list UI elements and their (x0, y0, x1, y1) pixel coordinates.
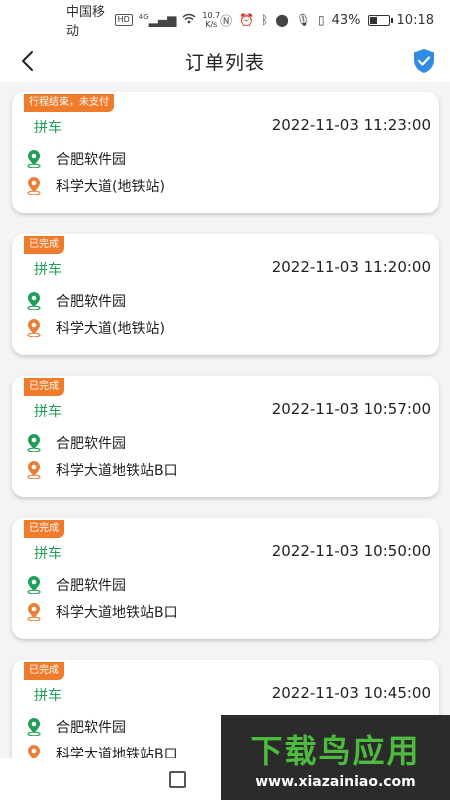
order-type-label: 拼车 (34, 546, 62, 562)
start-location-row: 合肥软件园 (26, 433, 126, 453)
end-location-icon (26, 745, 42, 758)
watermark-main: 下载鸟应用 (250, 731, 421, 770)
order-list: 行程结束，未支付 拼车 2022-11-03 11:23:00 合肥软件园 科学大道(地… (0, 90, 450, 758)
end-location-row: 科学大道(地铁站) (26, 318, 165, 338)
order-type-label: 拼车 (34, 120, 62, 136)
battery-icon (367, 14, 393, 26)
shield-check-icon (414, 49, 434, 73)
order-time: 2022-11-03 10:50:00 (271, 542, 431, 560)
start-location-row: 合肥软件园 (26, 149, 126, 169)
recents-button[interactable] (168, 770, 186, 788)
location-icon: ⬤ (275, 13, 289, 27)
start-location-text: 合肥软件园 (56, 436, 126, 452)
order-status-tag: 已完成 (24, 520, 64, 538)
start-location-text: 合肥软件园 (56, 720, 126, 736)
end-location-row: 科学大道(地铁站) (26, 176, 165, 196)
order-type-label: 拼车 (34, 688, 62, 704)
order-time: 2022-11-03 11:20:00 (271, 258, 431, 276)
end-location-icon (26, 603, 42, 622)
nfc-icon: Ⓝ (220, 13, 233, 28)
start-location-icon (26, 434, 42, 453)
order-time: 2022-11-03 11:23:00 (271, 116, 431, 134)
signal-icon: 4G▂▄▆ (138, 13, 177, 27)
order-status-tag: 已完成 (24, 236, 64, 254)
speed-unit: K/s (205, 20, 218, 29)
network-speed: 10.7 K/s (202, 11, 220, 29)
nav-bar: 订单列表 (0, 40, 450, 82)
watermark-url: www.xiazainiao.com (255, 773, 416, 790)
start-location-text: 合肥软件园 (56, 294, 126, 310)
vibrate-icon: ▯ (318, 13, 325, 27)
end-location-text: 科学大道地铁站B口 (56, 605, 178, 621)
wifi-icon (182, 13, 196, 27)
order-type-label: 拼车 (34, 404, 62, 420)
order-status-tag: 行程结束，未支付 (24, 94, 114, 112)
carrier-name: 中国移动 (66, 5, 106, 39)
start-location-text: 合肥软件园 (56, 578, 126, 594)
start-location-icon (26, 150, 42, 169)
hd-badge: HD (114, 14, 133, 26)
bluetooth-icon: ᛒ (261, 13, 269, 27)
end-location-icon (26, 461, 42, 480)
start-location-text: 合肥软件园 (56, 152, 126, 168)
order-card[interactable]: 已完成拼车 2022-11-03 10:57:00 合肥软件园科学大道地铁站B口 (12, 376, 439, 497)
alarm-icon: ⏰ (239, 13, 255, 27)
back-button[interactable] (14, 48, 40, 74)
speed-value: 10.7 (202, 11, 221, 20)
start-location-row: 合肥软件园 (26, 575, 126, 595)
order-card[interactable]: 行程结束，未支付拼车 2022-11-03 11:23:00 合肥软件园科学大道(地… (12, 92, 439, 213)
battery-fill (369, 16, 377, 24)
chevron-left-icon (22, 51, 33, 71)
end-location-text: 科学大道(地铁站) (56, 321, 165, 337)
order-card[interactable]: 已完成拼车 2022-11-03 10:50:00 合肥软件园科学大道地铁站B口 (12, 518, 439, 639)
watermark: 下载鸟应用 www.xiazainiao.com (221, 715, 450, 800)
order-type-label: 拼车 (34, 262, 62, 278)
start-location-icon (26, 576, 42, 595)
network-type: 4G (138, 13, 149, 21)
start-location-icon (26, 718, 42, 737)
clock-time: 10:18 (396, 12, 434, 28)
end-location-row: 科学大道地铁站B口 (26, 744, 178, 758)
order-status-tag: 已完成 (24, 662, 64, 680)
order-card[interactable]: 已完成拼车 2022-11-03 11:20:00 合肥软件园科学大道(地铁站) (12, 234, 439, 355)
battery-percent: 43% (331, 12, 361, 28)
order-time: 2022-11-03 10:45:00 (271, 684, 431, 702)
security-button[interactable] (412, 48, 436, 74)
end-location-icon (26, 319, 42, 338)
end-location-row: 科学大道地铁站B口 (26, 460, 178, 480)
order-time: 2022-11-03 10:57:00 (271, 400, 431, 418)
status-left: 中国移动 HD 4G▂▄▆ 10.7 K/s (66, 1, 220, 39)
status-bar: 中国移动 HD 4G▂▄▆ 10.7 K/s Ⓝ ⏰ ᛒ ⬤ 🎙︎ ▯ 43% … (0, 0, 450, 40)
start-location-icon (26, 292, 42, 311)
start-location-row: 合肥软件园 (26, 717, 126, 737)
status-right: Ⓝ ⏰ ᛒ ⬤ 🎙︎ ▯ 43% 10:18 (220, 12, 434, 29)
end-location-text: 科学大道地铁站B口 (56, 747, 178, 758)
mic-icon: 🎙︎ (295, 13, 312, 27)
start-location-row: 合肥软件园 (26, 291, 126, 311)
order-status-tag: 已完成 (24, 378, 64, 396)
end-location-icon (26, 177, 42, 196)
end-location-row: 科学大道地铁站B口 (26, 602, 178, 622)
page-title: 订单列表 (184, 51, 265, 74)
end-location-text: 科学大道(地铁站) (56, 179, 165, 195)
end-location-text: 科学大道地铁站B口 (56, 463, 178, 479)
